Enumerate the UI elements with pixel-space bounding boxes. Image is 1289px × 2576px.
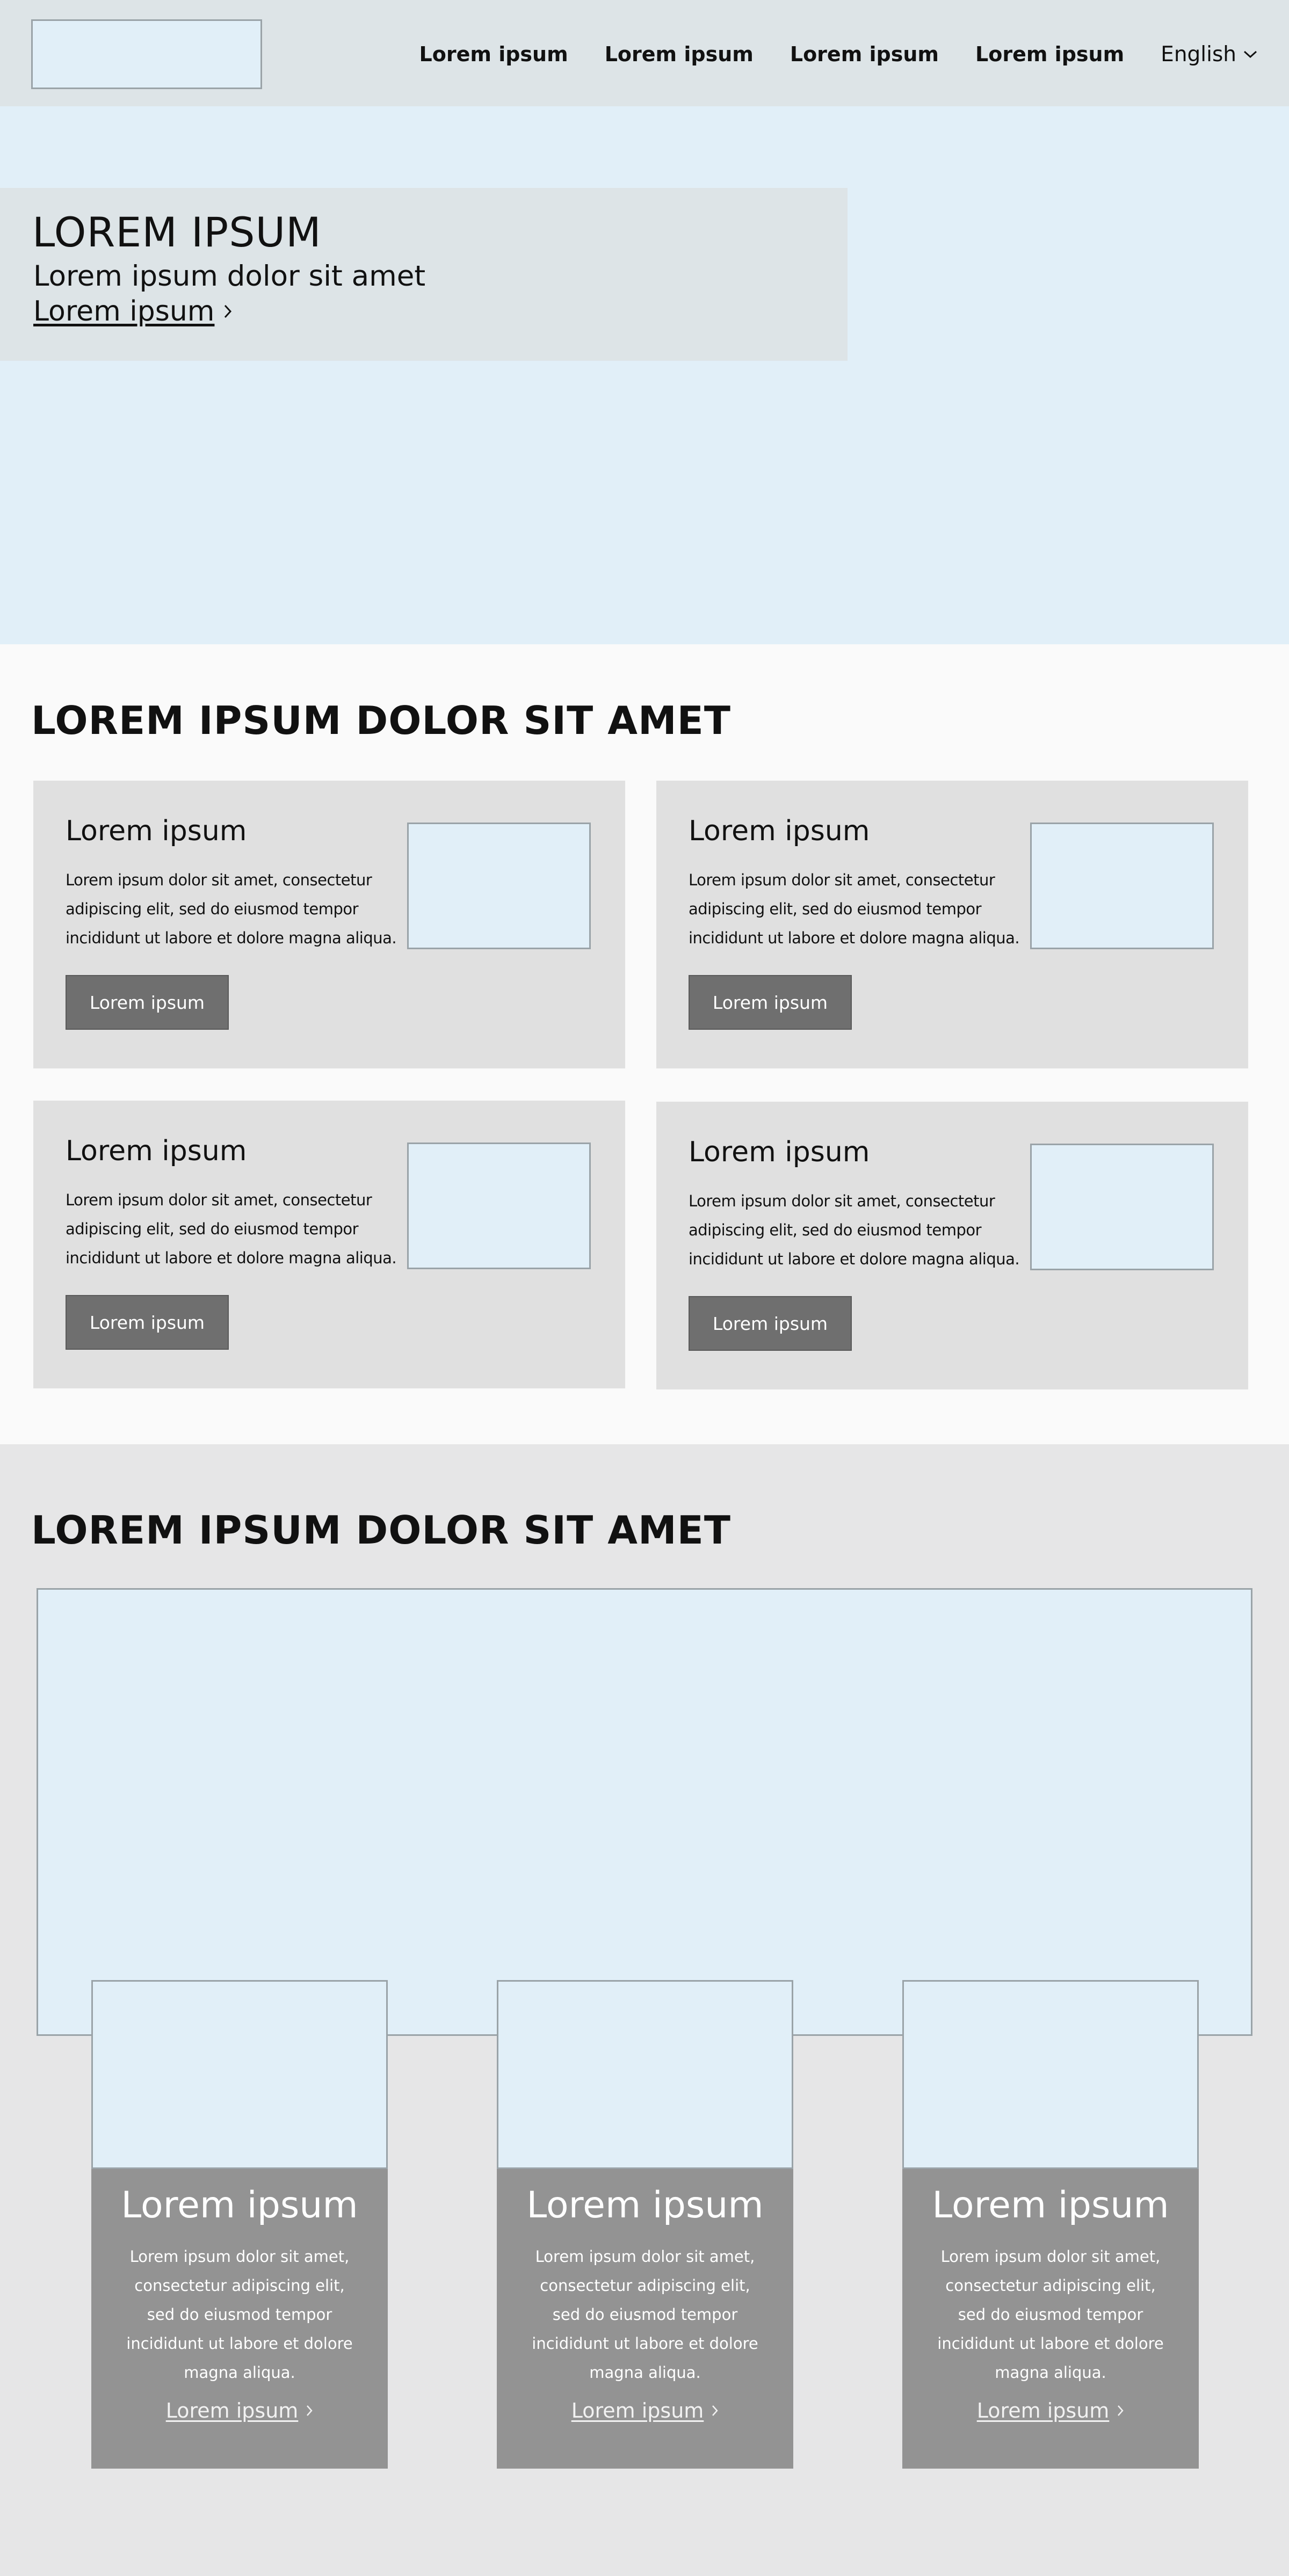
card-image-placeholder bbox=[407, 1143, 591, 1269]
chevron-right-icon bbox=[225, 304, 232, 318]
hero-subtitle: Lorem ipsum dolor sit amet bbox=[33, 260, 426, 293]
hero-text-box: LOREM IPSUM Lorem ipsum dolor sit amet L… bbox=[0, 188, 848, 361]
chevron-right-icon bbox=[307, 2405, 313, 2416]
cards-section-title: LOREM IPSUM DOLOR SIT AMET bbox=[31, 698, 731, 743]
feature-text: Lorem ipsum dolor sit amet, consectetur … bbox=[937, 2247, 1164, 2382]
feature-link-label: Lorem ipsum bbox=[165, 2399, 299, 2422]
cards-section: LOREM IPSUM DOLOR SIT AMET Lorem ipsum L… bbox=[0, 644, 1289, 1444]
feature-link[interactable]: Lorem ipsum bbox=[902, 2399, 1199, 2422]
info-card: Lorem ipsum Lorem ipsum dolor sit amet, … bbox=[33, 781, 625, 1068]
feature-link-label: Lorem ipsum bbox=[976, 2399, 1110, 2422]
feature-link[interactable]: Lorem ipsum bbox=[497, 2399, 793, 2422]
info-card: Lorem ipsum Lorem ipsum dolor sit amet, … bbox=[656, 781, 1248, 1068]
card-title: Lorem ipsum bbox=[66, 1135, 247, 1167]
chevron-down-icon bbox=[1243, 50, 1257, 59]
logo-placeholder[interactable] bbox=[31, 19, 262, 89]
feature-image-placeholder bbox=[497, 1980, 793, 2169]
card-title: Lorem ipsum bbox=[66, 815, 247, 847]
card-text: Lorem ipsum dolor sit amet, consectetur … bbox=[689, 1192, 1020, 1268]
hero-link[interactable]: Lorem ipsum bbox=[33, 295, 233, 328]
hero-title: LOREM IPSUM bbox=[32, 208, 322, 256]
feature-body: Lorem ipsum Lorem ipsum dolor sit amet, … bbox=[91, 2169, 388, 2469]
nav-item-3[interactable]: Lorem ipsum bbox=[790, 42, 939, 66]
feature-link[interactable]: Lorem ipsum bbox=[91, 2399, 388, 2422]
card-title: Lorem ipsum bbox=[689, 1136, 870, 1168]
feature-body: Lorem ipsum Lorem ipsum dolor sit amet, … bbox=[902, 2169, 1199, 2469]
card-button[interactable]: Lorem ipsum bbox=[66, 975, 229, 1030]
chevron-right-icon bbox=[1118, 2405, 1124, 2416]
language-label: English bbox=[1161, 42, 1236, 67]
feature-title: Lorem ipsum bbox=[121, 2184, 358, 2226]
card-button[interactable]: Lorem ipsum bbox=[689, 975, 852, 1030]
card-text: Lorem ipsum dolor sit amet, consectetur … bbox=[689, 871, 1020, 947]
hero-link-label: Lorem ipsum bbox=[33, 295, 215, 328]
feature-text: Lorem ipsum dolor sit amet, consectetur … bbox=[126, 2247, 353, 2382]
feature-text: Lorem ipsum dolor sit amet, consectetur … bbox=[532, 2247, 758, 2382]
card-button[interactable]: Lorem ipsum bbox=[689, 1296, 852, 1351]
features-section: LOREM IPSUM DOLOR SIT AMET Lorem ipsum L… bbox=[0, 1444, 1289, 2576]
nav-item-1[interactable]: Lorem ipsum bbox=[419, 42, 568, 66]
features-section-title: LOREM IPSUM DOLOR SIT AMET bbox=[31, 1508, 731, 1553]
feature-card: Lorem ipsum Lorem ipsum dolor sit amet, … bbox=[902, 1980, 1199, 2469]
chevron-right-icon bbox=[712, 2405, 718, 2416]
card-text: Lorem ipsum dolor sit amet, consectetur … bbox=[66, 871, 397, 947]
info-card: Lorem ipsum Lorem ipsum dolor sit amet, … bbox=[656, 1102, 1248, 1389]
card-button[interactable]: Lorem ipsum bbox=[66, 1295, 229, 1350]
hero-section: LOREM IPSUM Lorem ipsum dolor sit amet L… bbox=[0, 106, 1289, 644]
feature-image-placeholder bbox=[91, 1980, 388, 2169]
feature-link-label: Lorem ipsum bbox=[571, 2399, 704, 2422]
feature-title: Lorem ipsum bbox=[932, 2184, 1169, 2226]
card-image-placeholder bbox=[407, 823, 591, 949]
feature-image-placeholder bbox=[902, 1980, 1199, 2169]
language-selector[interactable]: English bbox=[1161, 42, 1258, 67]
feature-title: Lorem ipsum bbox=[526, 2184, 764, 2226]
main-nav: Lorem ipsum Lorem ipsum Lorem ipsum Lore… bbox=[419, 42, 1258, 67]
card-title: Lorem ipsum bbox=[689, 815, 870, 847]
site-header: Lorem ipsum Lorem ipsum Lorem ipsum Lore… bbox=[0, 0, 1289, 106]
feature-card: Lorem ipsum Lorem ipsum dolor sit amet, … bbox=[497, 1980, 793, 2469]
nav-item-2[interactable]: Lorem ipsum bbox=[605, 42, 754, 66]
card-image-placeholder bbox=[1030, 823, 1214, 949]
feature-card: Lorem ipsum Lorem ipsum dolor sit amet, … bbox=[91, 1980, 388, 2469]
feature-body: Lorem ipsum Lorem ipsum dolor sit amet, … bbox=[497, 2169, 793, 2469]
info-card: Lorem ipsum Lorem ipsum dolor sit amet, … bbox=[33, 1101, 625, 1388]
card-text: Lorem ipsum dolor sit amet, consectetur … bbox=[66, 1191, 397, 1267]
feature-banner-placeholder bbox=[37, 1588, 1252, 2036]
card-image-placeholder bbox=[1030, 1144, 1214, 1270]
nav-item-4[interactable]: Lorem ipsum bbox=[975, 42, 1124, 66]
